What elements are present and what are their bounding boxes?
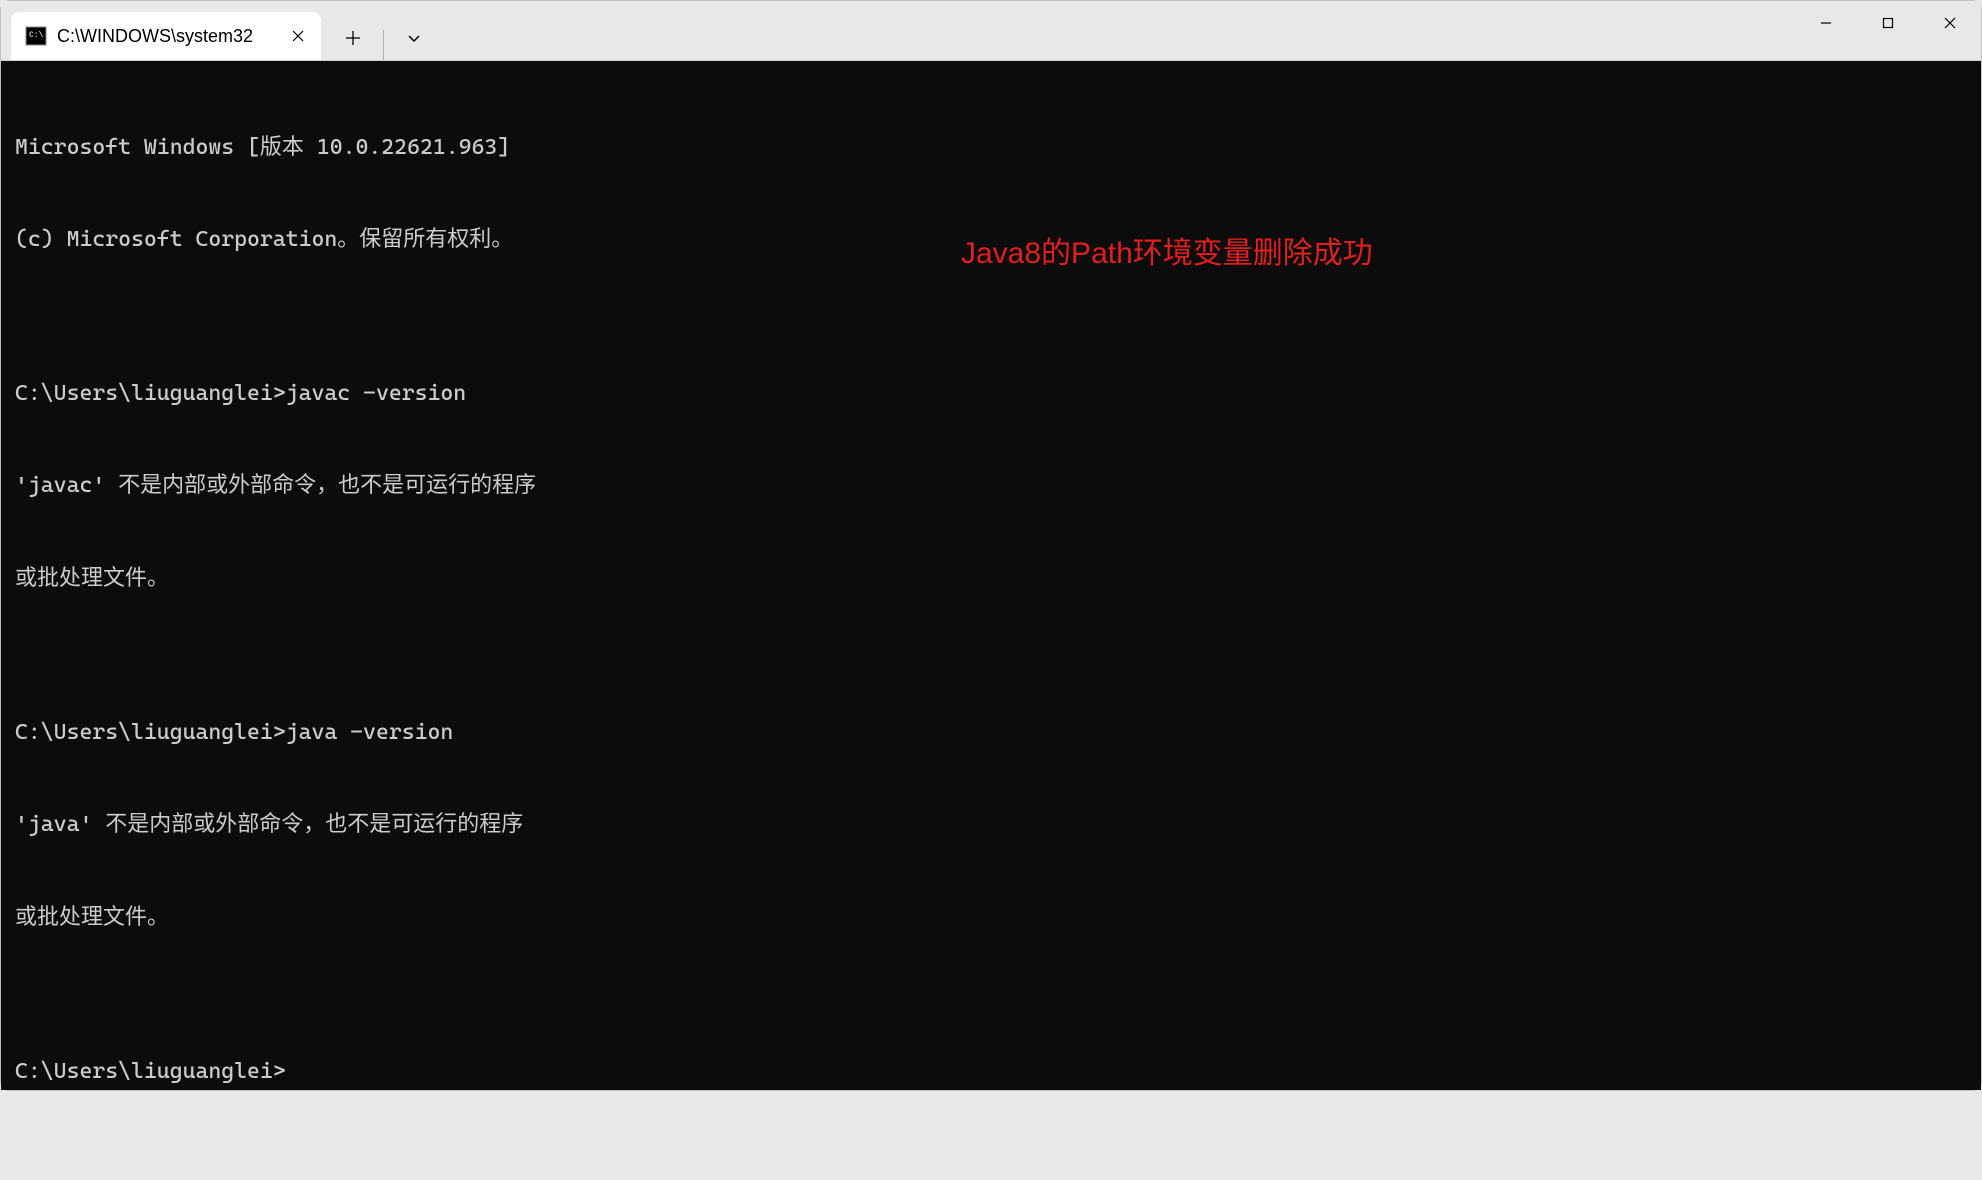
- terminal-line: Microsoft Windows [版本 10.0.22621.963]: [15, 133, 1967, 164]
- terminal-line: 或批处理文件。: [15, 903, 1967, 934]
- cmd-icon: C:\: [25, 25, 47, 47]
- window-controls: [1795, 1, 1981, 60]
- terminal-body[interactable]: Microsoft Windows [版本 10.0.22621.963] (c…: [1, 61, 1981, 1090]
- annotation-overlay: Java8的Path环境变量删除成功: [961, 233, 1373, 275]
- window-titlebar: C:\ C:\WINDOWS\system32: [1, 1, 1981, 61]
- minimize-button[interactable]: [1795, 1, 1857, 45]
- tab-close-button[interactable]: [287, 25, 309, 47]
- new-tab-button[interactable]: [331, 16, 375, 60]
- terminal-line: 'javac' 不是内部或外部命令，也不是可运行的程序: [15, 471, 1967, 502]
- tab-cmd[interactable]: C:\ C:\WINDOWS\system32: [11, 12, 321, 60]
- tab-area: C:\ C:\WINDOWS\system32: [1, 1, 436, 60]
- svg-text:C:\: C:\: [29, 31, 44, 40]
- titlebar-spacer[interactable]: [436, 1, 1795, 60]
- tab-dropdown-button[interactable]: [392, 16, 436, 60]
- maximize-button[interactable]: [1857, 1, 1919, 45]
- terminal-line: 或批处理文件。: [15, 564, 1967, 595]
- tab-title: C:\WINDOWS\system32: [57, 26, 279, 47]
- close-button[interactable]: [1919, 1, 1981, 45]
- terminal-line: C:\Users\liuguanglei>java -version: [15, 718, 1967, 749]
- terminal-line: 'java' 不是内部或外部命令，也不是可运行的程序: [15, 810, 1967, 841]
- tab-divider: [383, 30, 384, 60]
- terminal-line: C:\Users\liuguanglei>javac -version: [15, 379, 1967, 410]
- terminal-line: C:\Users\liuguanglei>: [15, 1057, 1967, 1088]
